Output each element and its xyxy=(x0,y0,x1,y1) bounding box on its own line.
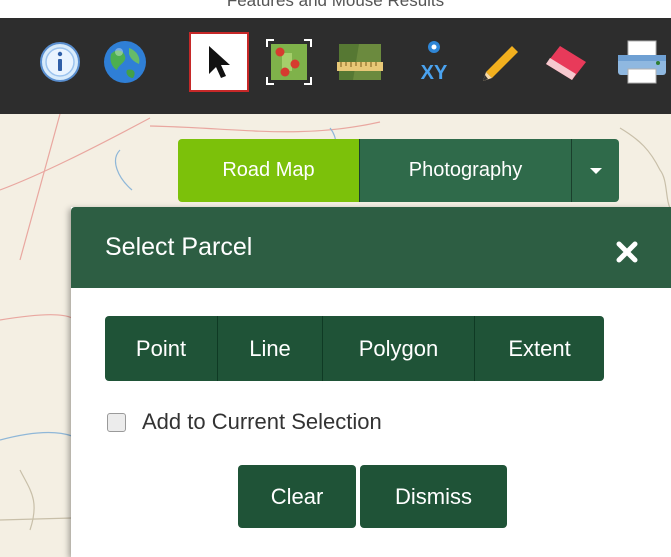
add-to-selection-row: Add to Current Selection xyxy=(107,409,382,435)
point-button[interactable]: Point xyxy=(105,316,218,381)
add-to-selection-label[interactable]: Add to Current Selection xyxy=(142,409,382,435)
caret-down-icon xyxy=(589,167,602,174)
identify-tool-button[interactable] xyxy=(30,32,90,92)
top-heading-text: Features and Mouse Results xyxy=(226,0,445,10)
close-icon[interactable] xyxy=(614,239,640,265)
map-toolbar: XY xyxy=(0,18,671,114)
measure-ruler-icon xyxy=(337,44,383,80)
globe-icon xyxy=(104,41,146,83)
road-map-button[interactable]: Road Map xyxy=(178,139,360,202)
dismiss-button[interactable]: Dismiss xyxy=(360,465,507,528)
dialog-action-group: Clear Dismiss xyxy=(238,465,507,528)
print-tool-button[interactable] xyxy=(612,32,671,92)
pointer-arrow-icon xyxy=(209,46,230,78)
line-button[interactable]: Line xyxy=(218,316,323,381)
top-heading-strip: Features and Mouse Results xyxy=(0,0,671,18)
info-icon xyxy=(40,42,80,82)
basemap-tool-button[interactable] xyxy=(95,32,155,92)
printer-icon xyxy=(618,40,666,84)
pencil-draw-icon xyxy=(483,46,518,81)
add-to-selection-checkbox[interactable] xyxy=(107,412,126,432)
measure-tool-button[interactable] xyxy=(330,32,390,92)
xy-coordinate-icon: XY xyxy=(421,41,448,84)
select-parcel-icon xyxy=(266,39,312,85)
draw-tool-button[interactable] xyxy=(470,32,530,92)
erase-tool-button[interactable] xyxy=(536,32,596,92)
select-parcel-dialog: Select Parcel Point Line Polygon Extent … xyxy=(71,207,671,557)
eraser-icon xyxy=(546,46,586,80)
dialog-title: Select Parcel xyxy=(105,233,253,261)
xy-coordinate-tool-button[interactable]: XY xyxy=(404,32,464,92)
basemap-switcher: Road Map Photography xyxy=(178,139,619,202)
basemap-dropdown-button[interactable] xyxy=(572,139,619,202)
select-parcel-tool-button[interactable] xyxy=(259,32,319,92)
polygon-button[interactable]: Polygon xyxy=(323,316,475,381)
svg-text:XY: XY xyxy=(421,62,448,84)
extent-button[interactable]: Extent xyxy=(475,316,604,381)
photography-button[interactable]: Photography xyxy=(360,139,572,202)
selection-shape-group: Point Line Polygon Extent xyxy=(105,316,604,381)
dialog-header: Select Parcel xyxy=(71,207,671,288)
select-pointer-tool-button[interactable] xyxy=(189,32,249,92)
clear-button[interactable]: Clear xyxy=(238,465,356,528)
